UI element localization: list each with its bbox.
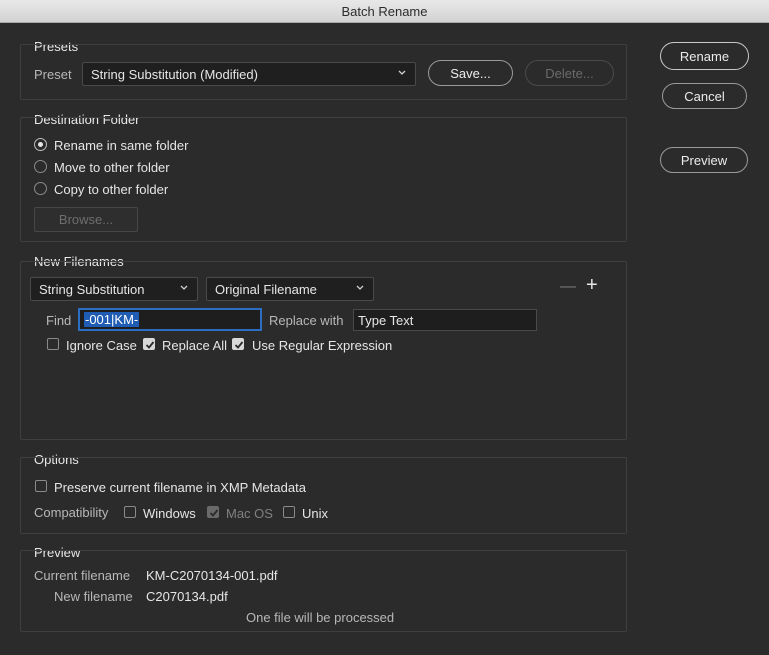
compatibility-label: Compatibility — [34, 505, 109, 520]
unix-checkbox[interactable] — [283, 506, 295, 518]
use-regex-checkbox[interactable] — [232, 338, 244, 350]
preserve-filename-label: Preserve current filename in XMP Metadat… — [54, 480, 306, 495]
window-title-bar: Batch Rename — [0, 0, 769, 23]
browse-button[interactable]: Browse... — [34, 207, 138, 232]
find-input-value: -001|KM- — [84, 312, 140, 327]
preset-select[interactable]: String Substitution (Modified) — [82, 62, 416, 86]
ignore-case-checkbox[interactable] — [47, 338, 59, 350]
current-filename-label: Current filename — [34, 568, 131, 583]
rename-type-select[interactable]: String Substitution — [30, 277, 198, 301]
find-label: Find — [46, 313, 72, 328]
replace-with-input[interactable]: Type Text — [353, 309, 537, 331]
move-other-folder-label: Move to other folder — [54, 160, 170, 175]
replace-with-label: Replace with — [269, 313, 344, 328]
preset-label: Preset — [34, 67, 72, 82]
ignore-case-label: Ignore Case — [66, 338, 137, 353]
window-title: Batch Rename — [341, 3, 428, 19]
current-filename-value: KM-C2070134-001.pdf — [146, 568, 278, 583]
new-filename-value: C2070134.pdf — [146, 589, 228, 604]
replace-all-checkbox[interactable] — [143, 338, 155, 350]
add-rule-button[interactable]: + — [586, 275, 598, 295]
move-other-folder-radio[interactable] — [34, 160, 47, 173]
checkmark-icon — [234, 341, 244, 349]
checkmark-icon — [145, 341, 155, 349]
chevron-down-icon — [180, 285, 188, 290]
files-processed-status: One file will be processed — [246, 610, 395, 625]
preserve-filename-checkbox[interactable] — [35, 480, 47, 492]
dialog-body: Presets Preset String Substitution (Modi… — [0, 23, 769, 655]
replace-all-label: Replace All — [162, 338, 228, 353]
delete-preset-button[interactable]: Delete... — [525, 60, 614, 86]
cancel-button[interactable]: Cancel — [662, 83, 747, 109]
macos-checkbox[interactable] — [207, 506, 219, 518]
preset-select-value: String Substitution (Modified) — [91, 66, 258, 82]
rename-button[interactable]: Rename — [660, 42, 749, 70]
save-preset-button[interactable]: Save... — [428, 60, 513, 86]
windows-label: Windows — [143, 506, 196, 521]
rename-type-value: String Substitution — [39, 281, 145, 297]
windows-checkbox[interactable] — [124, 506, 136, 518]
remove-rule-button[interactable]: — — [560, 278, 576, 296]
use-regex-label: Use Regular Expression — [252, 338, 393, 353]
copy-other-folder-radio[interactable] — [34, 182, 47, 195]
options-group — [20, 457, 627, 534]
rename-same-folder-radio[interactable] — [34, 138, 47, 151]
rename-same-folder-label: Rename in same folder — [54, 138, 189, 153]
unix-label: Unix — [302, 506, 329, 521]
macos-label: Mac OS — [226, 506, 273, 521]
checkmark-icon — [209, 509, 219, 517]
chevron-down-icon — [356, 285, 364, 290]
rename-target-value: Original Filename — [215, 281, 317, 297]
new-filename-label: New filename — [54, 589, 133, 604]
rename-target-select[interactable]: Original Filename — [206, 277, 374, 301]
copy-other-folder-label: Copy to other folder — [54, 182, 169, 197]
preview-button[interactable]: Preview — [660, 147, 748, 173]
replace-with-value: Type Text — [358, 312, 414, 328]
chevron-down-icon — [398, 70, 406, 75]
find-input[interactable]: -001|KM- — [78, 308, 262, 331]
